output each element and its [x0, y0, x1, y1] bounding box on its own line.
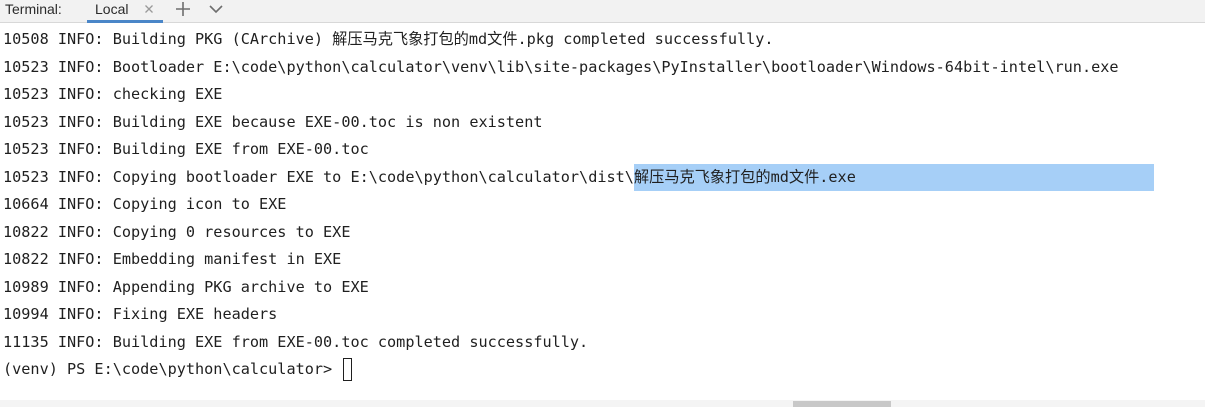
terminal-line: 10523 INFO: Building EXE from EXE-00.toc	[3, 140, 369, 158]
horizontal-scrollbar[interactable]	[0, 400, 1205, 407]
terminal-line: 10994 INFO: Fixing EXE headers	[3, 305, 278, 323]
terminal-line: 10508 INFO: Building PKG (CArchive) 解压马克…	[3, 30, 774, 48]
terminal-tab-bar: Terminal: Local	[0, 0, 1205, 23]
terminal-title: Terminal:	[5, 1, 62, 17]
selected-text[interactable]: 解压马克飞象打包的md文件.exe	[633, 163, 1154, 191]
tab-local-label: Local	[95, 1, 129, 17]
terminal-output[interactable]: 10508 INFO: Building PKG (CArchive) 解压马克…	[0, 26, 1205, 398]
terminal-window: Terminal: Local 10508 INFO: Building PKG…	[0, 0, 1205, 407]
terminal-line: 10523 INFO: checking EXE	[3, 85, 223, 103]
scrollbar-thumb[interactable]	[793, 401, 891, 407]
close-icon[interactable]	[142, 2, 156, 16]
terminal-line-selected: 10523 INFO: Copying bootloader EXE to E:…	[0, 163, 1205, 191]
text-cursor	[343, 358, 353, 381]
terminal-line: 10523 INFO: Building EXE because EXE-00.…	[3, 112, 543, 131]
shell-prompt: (venv) PS E:\code\python\calculator>	[3, 360, 342, 378]
terminal-line: 10523 INFO: Bootloader E:\code\python\ca…	[3, 57, 1119, 76]
tab-local[interactable]: Local	[84, 0, 166, 23]
copy-line-prefix: 10523 INFO: Copying bootloader EXE to E:…	[3, 167, 634, 186]
active-tab-indicator	[87, 20, 163, 23]
chevron-down-icon[interactable]	[207, 0, 225, 18]
terminal-line: 10664 INFO: Copying icon to EXE	[3, 195, 287, 213]
terminal-prompt-line[interactable]: (venv) PS E:\code\python\calculator>	[0, 356, 1205, 384]
terminal-line: 11135 INFO: Building EXE from EXE-00.toc…	[3, 332, 589, 351]
terminal-line: 10822 INFO: Copying 0 resources to EXE	[3, 222, 351, 241]
terminal-line: 10822 INFO: Embedding manifest in EXE	[3, 250, 342, 268]
terminal-line: 10989 INFO: Appending PKG archive to EXE	[3, 277, 369, 296]
plus-icon[interactable]	[174, 0, 192, 18]
